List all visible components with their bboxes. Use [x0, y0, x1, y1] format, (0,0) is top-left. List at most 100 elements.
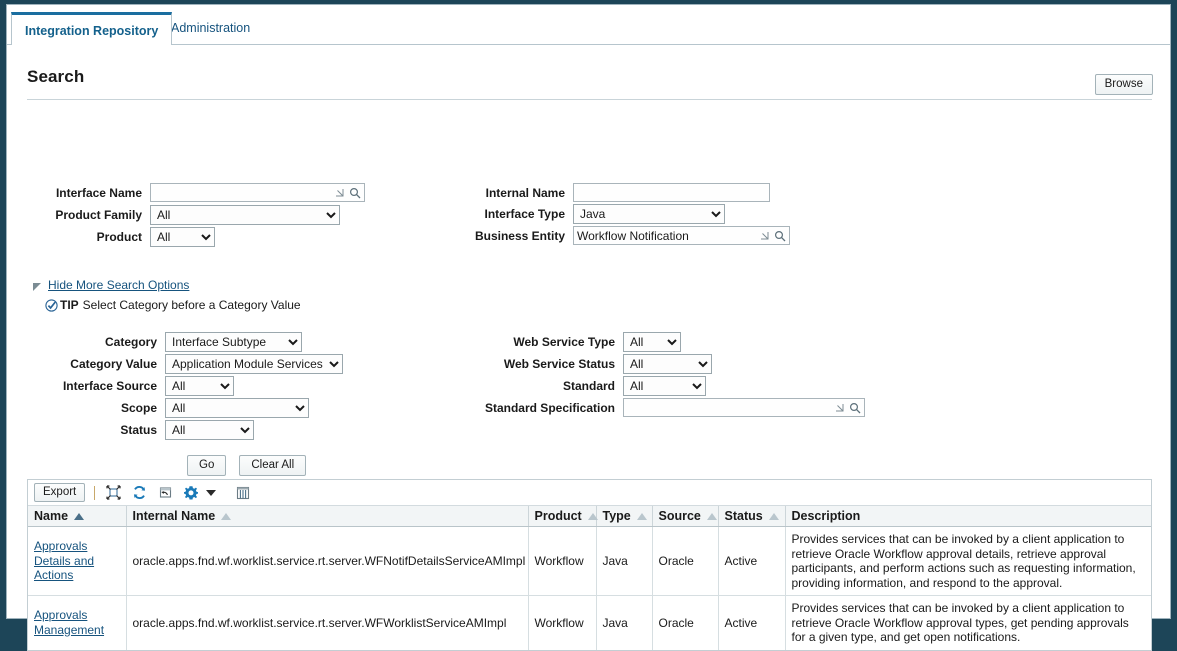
search-icon[interactable] [846, 398, 864, 417]
column-header-name[interactable]: Name [28, 506, 127, 527]
cell-description: Provides services that can be invoked by… [785, 526, 1151, 596]
field-business-entity: Business Entity [447, 226, 790, 245]
column-header-status[interactable]: Status [718, 506, 786, 527]
column-header-source[interactable]: Source [652, 506, 719, 527]
export-button[interactable]: Export [34, 483, 86, 502]
column-label: Status [724, 509, 763, 523]
category-select[interactable]: Interface Subtype [165, 332, 302, 352]
standard-select[interactable]: All [623, 376, 706, 396]
standard-specification-input[interactable] [624, 399, 832, 416]
interface-source-select[interactable]: All [165, 376, 234, 396]
lov-arrow-icon[interactable] [832, 399, 846, 416]
cell-source: Oracle [652, 595, 719, 650]
tab-integration-repository[interactable]: Integration Repository [11, 12, 173, 45]
cell-name: Approvals Details and Actions [28, 526, 127, 596]
hide-more-search-options-toggle[interactable]: Hide More Search Options [33, 278, 189, 292]
columns-icon[interactable] [234, 484, 252, 502]
interface-name-link[interactable]: Approvals Details and Actions [34, 539, 94, 582]
title-divider [27, 99, 1152, 100]
results-panel: Export Name Internal Name Product Type S… [27, 479, 1152, 651]
interface-name-input[interactable] [151, 184, 332, 201]
sort-icon [636, 512, 647, 520]
tip-message: TIP Select Category before a Category Va… [45, 298, 301, 312]
go-button[interactable]: Go [187, 455, 227, 476]
sort-icon [587, 512, 598, 520]
sort-icon [221, 512, 232, 520]
field-standard: Standard All [467, 376, 706, 396]
interface-source-label: Interface Source [62, 379, 157, 393]
interface-name-lov[interactable] [150, 183, 365, 202]
browse-button[interactable]: Browse [1094, 74, 1153, 95]
interface-name-label: Interface Name [55, 185, 142, 200]
cell-status: Active [718, 526, 786, 596]
column-label: Internal Name [132, 509, 216, 523]
business-entity-input[interactable] [574, 227, 757, 244]
tip-check-icon [45, 298, 58, 312]
table-header-row: Name Internal Name Product Type Source S… [28, 506, 1151, 527]
web-service-type-label: Web Service Type [513, 335, 615, 349]
hide-more-search-options-label: Hide More Search Options [48, 278, 190, 292]
status-label: Status [120, 423, 157, 437]
chevron-down-icon[interactable] [206, 489, 217, 496]
sort-icon [706, 512, 717, 520]
search-icon[interactable] [771, 226, 789, 245]
field-product: Product All [27, 227, 215, 247]
field-interface-type: Interface Type Java [447, 204, 725, 224]
field-standard-specification: Standard Specification [467, 398, 865, 417]
detach-icon[interactable] [156, 484, 174, 502]
cell-type: Java [596, 595, 653, 650]
product-label: Product [96, 230, 142, 244]
table-row: Approvals Management oracle.apps.fnd.wf.… [28, 595, 1151, 650]
scope-label: Scope [120, 401, 157, 415]
refresh-icon[interactable] [130, 484, 148, 502]
field-interface-name: Interface Name [27, 183, 365, 202]
cell-type: Java [596, 526, 653, 596]
internal-name-input[interactable] [573, 183, 770, 202]
web-service-status-select[interactable]: All [623, 354, 712, 374]
clear-all-button[interactable]: Clear All [239, 455, 307, 476]
business-entity-label: Business Entity [474, 228, 565, 243]
toolbar-separator [94, 485, 96, 500]
sort-ascending-icon [74, 512, 85, 520]
field-status: Status All [47, 420, 254, 440]
cell-source: Oracle [652, 526, 719, 596]
results-table: Name Internal Name Product Type Source S… [28, 506, 1151, 650]
column-header-internal-name[interactable]: Internal Name [126, 506, 529, 527]
cell-internal-name: oracle.apps.fnd.wf.worklist.service.rt.s… [126, 595, 529, 650]
interface-name-link[interactable]: Approvals Management [34, 608, 104, 637]
tab-administration[interactable]: Administration [158, 12, 264, 45]
tab-label: Administration [171, 21, 251, 35]
lov-arrow-icon[interactable] [332, 184, 346, 201]
search-actions: Go Clear All [187, 455, 307, 476]
web-service-status-label: Web Service Status [503, 357, 615, 371]
scope-select[interactable]: All [165, 398, 309, 418]
results-toolbar: Export [28, 480, 1151, 506]
category-value-select[interactable]: Application Module Services [165, 354, 343, 374]
search-icon[interactable] [346, 183, 364, 202]
status-select[interactable]: All [165, 420, 254, 440]
product-family-select[interactable]: All [150, 205, 340, 225]
web-service-type-select[interactable]: All [623, 332, 681, 352]
business-entity-lov[interactable] [573, 226, 790, 245]
column-header-product[interactable]: Product [528, 506, 598, 527]
interface-type-label: Interface Type [484, 207, 565, 221]
sort-icon [768, 512, 779, 520]
tab-bar-underline [7, 44, 1170, 45]
lov-arrow-icon[interactable] [757, 227, 771, 244]
page-title: Search [27, 67, 85, 86]
gear-icon[interactable] [182, 484, 200, 502]
cell-product: Workflow [528, 595, 597, 650]
field-interface-source: Interface Source All [47, 376, 234, 396]
field-category: Category Interface Subtype [47, 332, 302, 352]
product-select[interactable]: All [150, 227, 215, 247]
field-category-value: Category Value Application Module Servic… [47, 354, 343, 374]
standard-specification-lov[interactable] [623, 398, 865, 417]
cell-internal-name: oracle.apps.fnd.wf.worklist.service.rt.s… [126, 526, 529, 596]
interface-type-select[interactable]: Java [573, 204, 725, 224]
expand-all-icon[interactable] [104, 484, 122, 502]
column-header-type[interactable]: Type [596, 506, 653, 527]
column-label: Name [34, 509, 69, 523]
cell-status: Active [718, 595, 786, 650]
category-value-label: Category Value [70, 357, 157, 371]
tip-text: Select Category before a Category Value [82, 298, 301, 312]
